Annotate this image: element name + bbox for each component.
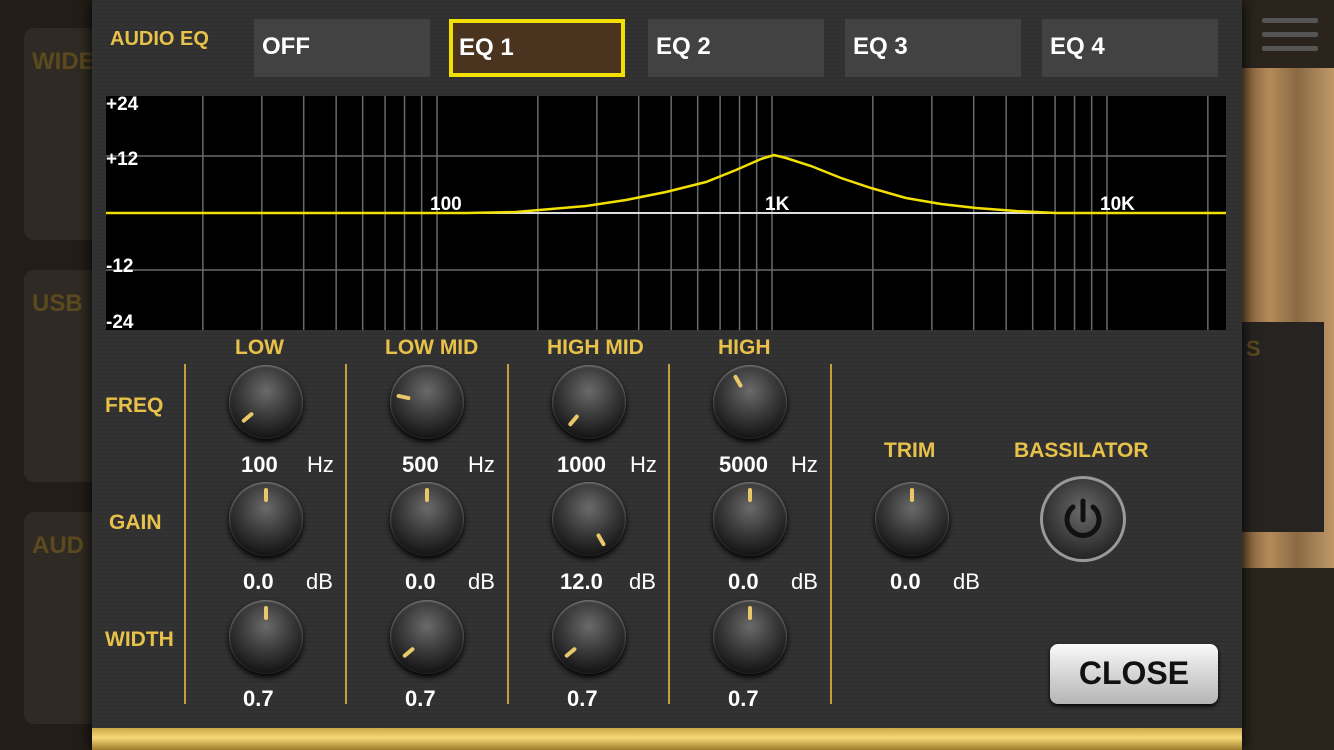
bg-card-label: WIDE [32,48,95,75]
band-divider [345,364,347,704]
high-mid-gain-unit: dB [629,569,656,594]
high-mid-freq-value: 1000 [557,452,606,477]
graph-y-label: -12 [106,256,133,277]
high-freq-value: 5000 [719,452,768,477]
high-freq-unit: Hz [791,452,818,477]
high-width-knob[interactable] [713,600,787,674]
row-label-width: WIDTH [105,628,174,651]
trim-label: TRIM [884,439,936,462]
eq-response-graph: +24 +12 -12 -24 100 1K 10K [106,96,1226,330]
trim-knob[interactable] [875,482,949,556]
low-freq-unit: Hz [307,452,334,477]
bg-right-card: S [1242,322,1324,532]
low-mid-freq-value: 500 [402,452,439,477]
bg-card-label: USB [32,290,83,317]
band-label-low: LOW [235,336,284,359]
graph-y-label: +12 [106,149,138,170]
low-freq-knob[interactable] [229,365,303,439]
high-gain-unit: dB [791,569,818,594]
low-mid-freq-unit: Hz [468,452,495,477]
high-gain-knob[interactable] [713,482,787,556]
low-mid-width-knob[interactable] [390,600,464,674]
low-width-value: 0.7 [243,686,274,711]
bassilator-power-button[interactable] [1040,476,1126,562]
trim-unit: dB [953,569,980,594]
high-mid-gain-value: 12.0 [560,569,603,594]
low-freq-value: 100 [241,452,278,477]
low-mid-freq-knob[interactable] [390,365,464,439]
band-label-high: HIGH [718,336,771,359]
tab-off[interactable]: OFF [254,19,430,77]
power-icon [1064,498,1102,538]
high-mid-width-knob[interactable] [552,600,626,674]
tab-eq2[interactable]: EQ 2 [648,19,824,77]
graph-y-label: -24 [106,312,134,330]
high-mid-freq-knob[interactable] [552,365,626,439]
low-mid-gain-knob[interactable] [390,482,464,556]
high-width-value: 0.7 [728,686,759,711]
close-button[interactable]: CLOSE [1050,644,1218,704]
high-freq-knob[interactable] [713,365,787,439]
band-label-low-mid: LOW MID [385,336,479,359]
low-mid-width-value: 0.7 [405,686,436,711]
low-gain-knob[interactable] [229,482,303,556]
band-divider [830,364,832,704]
band-label-high-mid: HIGH MID [547,336,644,359]
eq-curve [106,153,1226,215]
bassilator-label: BASSILATOR [1014,439,1149,462]
high-gain-value: 0.0 [728,569,759,594]
high-mid-gain-knob[interactable] [552,482,626,556]
hamburger-menu-icon[interactable] [1262,18,1318,62]
low-mid-gain-value: 0.0 [405,569,436,594]
bg-right-card-label: S [1246,336,1261,361]
low-gain-value: 0.0 [243,569,274,594]
tab-eq1[interactable]: EQ 1 [449,19,625,77]
high-mid-freq-unit: Hz [630,452,657,477]
tab-eq4[interactable]: EQ 4 [1042,19,1218,77]
band-divider [507,364,509,704]
low-gain-unit: dB [306,569,333,594]
low-mid-gain-unit: dB [468,569,495,594]
high-mid-width-value: 0.7 [567,686,598,711]
band-divider [184,364,186,704]
graph-x-label: 1K [765,194,790,215]
band-divider [668,364,670,704]
audio-eq-title: AUDIO EQ [110,28,209,50]
dialog-bottom-trim [92,728,1242,750]
audio-eq-dialog: AUDIO EQ OFF EQ 1 EQ 2 EQ 3 EQ 4 +24 +12… [92,0,1242,750]
bg-card-label: AUD [32,532,84,559]
tab-eq3[interactable]: EQ 3 [845,19,1021,77]
row-label-freq: FREQ [105,394,164,417]
low-width-knob[interactable] [229,600,303,674]
graph-y-label: +24 [106,96,139,115]
trim-value: 0.0 [890,569,921,594]
row-label-gain: GAIN [109,511,162,534]
